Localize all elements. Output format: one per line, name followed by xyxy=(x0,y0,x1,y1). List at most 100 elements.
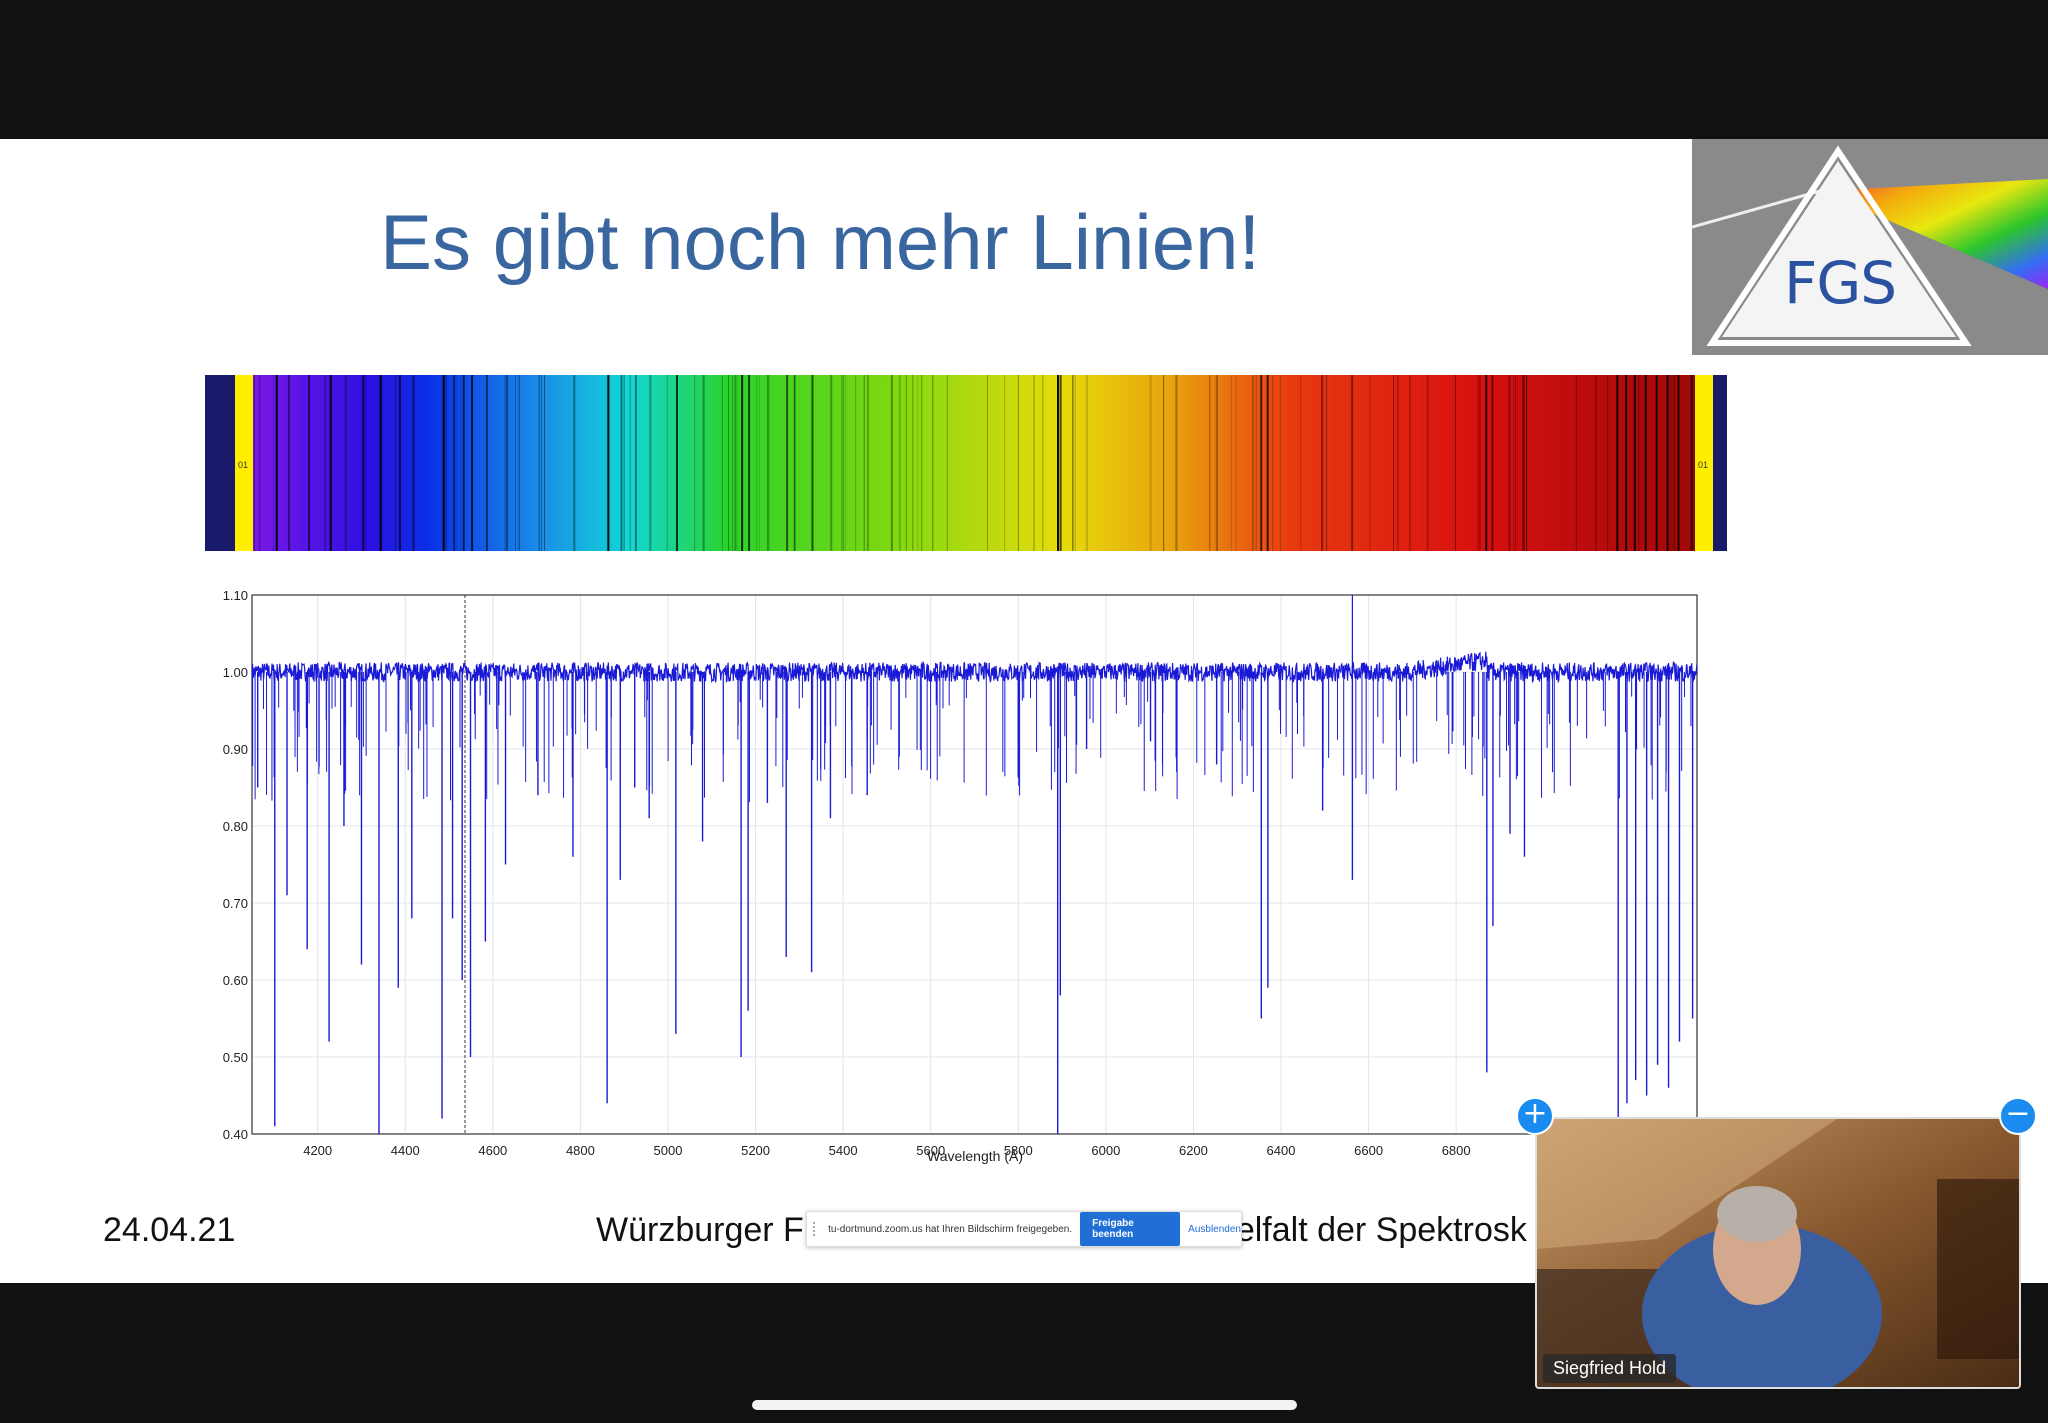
strip-line xyxy=(308,375,311,551)
x-tick-label: 5200 xyxy=(741,1143,770,1158)
strip-line xyxy=(1235,375,1237,551)
strip-line xyxy=(287,375,290,551)
strip-line xyxy=(344,375,347,551)
strip-line xyxy=(1638,375,1640,551)
strip-line xyxy=(453,375,456,551)
strip-line xyxy=(932,375,934,551)
strip-label-right: 01 xyxy=(1698,460,1708,470)
y-tick-label: 1.00 xyxy=(223,665,248,680)
strip-line xyxy=(1300,375,1302,551)
strip-line xyxy=(793,375,795,551)
x-tick-label: 6800 xyxy=(1442,1143,1471,1158)
x-axis-label: Wavelength (Å) xyxy=(927,1148,1023,1164)
presentation-slide: Es gibt noch mehr Linien! FGS 01 01 0.40… xyxy=(0,139,2048,1283)
strip-line xyxy=(1666,375,1669,551)
strip-line xyxy=(921,375,923,551)
strip-line xyxy=(518,375,520,551)
strip-line xyxy=(917,375,919,551)
strip-line xyxy=(623,375,625,551)
x-tick-label: 5000 xyxy=(654,1143,683,1158)
strip-line xyxy=(863,375,865,551)
strip-line xyxy=(748,375,751,551)
strip-line xyxy=(506,375,509,551)
strip-line xyxy=(1633,375,1636,551)
strip-line xyxy=(866,375,869,551)
strip-line xyxy=(1655,375,1658,551)
strip-line xyxy=(1625,375,1628,551)
strip-line xyxy=(1397,375,1399,551)
strip-line xyxy=(1255,375,1257,551)
solar-spectrum-strip: 01 01 xyxy=(205,375,1727,551)
strip-line xyxy=(731,375,733,551)
strip-line xyxy=(1674,375,1676,551)
strip-line xyxy=(515,375,517,551)
strip-line xyxy=(891,375,893,551)
strip-line xyxy=(1042,375,1044,551)
y-tick-label: 0.40 xyxy=(223,1127,248,1142)
strip-line xyxy=(1209,375,1211,551)
participant-video-tile[interactable]: Siegfried Hold xyxy=(1535,1117,2021,1389)
strip-line xyxy=(734,375,736,551)
strip-line xyxy=(1690,375,1693,551)
participant-name: Siegfried Hold xyxy=(1543,1354,1677,1383)
strip-line xyxy=(446,375,448,551)
strip-line xyxy=(912,375,914,551)
x-tick-label: 4400 xyxy=(391,1143,420,1158)
strip-line xyxy=(736,375,738,551)
strip-line xyxy=(1074,375,1076,551)
strip-line xyxy=(675,375,678,551)
strip-line xyxy=(442,375,445,551)
strip-line xyxy=(362,375,365,551)
strip-line xyxy=(1033,375,1035,551)
strip-line xyxy=(1059,375,1062,551)
strip-line xyxy=(485,375,488,551)
strip-line xyxy=(841,375,843,551)
strip-line xyxy=(855,375,857,551)
strip-line xyxy=(1477,375,1479,551)
spectrum-plot: 0.40 0.50 0.60 0.70 0.80 0.90 1.00 1.10 4200 440… xyxy=(205,585,1727,1315)
minimize-video-icon[interactable]: − xyxy=(1999,1097,2037,1135)
strip-line xyxy=(1508,375,1511,551)
slide-date: 24.04.21 xyxy=(103,1211,236,1249)
strip-line xyxy=(830,375,833,551)
strip-line xyxy=(1670,375,1672,551)
strip-line xyxy=(1513,375,1515,551)
y-tick-label: 0.70 xyxy=(223,896,248,911)
x-tick-label: 6200 xyxy=(1179,1143,1208,1158)
strip-line xyxy=(649,375,652,551)
strip-line xyxy=(544,375,546,551)
strip-line xyxy=(504,375,506,551)
footer-title-left: Würzburger F xyxy=(596,1211,804,1249)
y-tick-label: 0.50 xyxy=(223,1050,248,1065)
spectrum-continuum xyxy=(251,651,1698,684)
strip-line xyxy=(1455,375,1457,551)
strip-line xyxy=(1693,375,1695,551)
drag-handle-icon[interactable] xyxy=(813,1222,822,1236)
strip-line xyxy=(1672,375,1674,551)
strip-line xyxy=(1266,375,1268,551)
y-tick-label: 1.10 xyxy=(223,588,248,603)
x-tick-label: 6400 xyxy=(1267,1143,1296,1158)
expand-video-icon[interactable]: + xyxy=(1516,1097,1554,1135)
strip-line xyxy=(1595,375,1597,551)
strip-line xyxy=(1280,375,1282,551)
hide-banner-link[interactable]: Ausblenden xyxy=(1188,1224,1241,1235)
strip-line xyxy=(741,375,744,551)
stop-sharing-button[interactable]: Freigabe beenden xyxy=(1080,1212,1181,1246)
slide-title: Es gibt noch mehr Linien! xyxy=(380,198,1261,286)
strip-line xyxy=(1525,375,1527,551)
strip-line xyxy=(1260,375,1263,551)
strip-line xyxy=(606,375,608,551)
home-indicator xyxy=(752,1400,1297,1410)
strip-line xyxy=(538,375,541,551)
strip-line xyxy=(786,375,789,551)
strip-line xyxy=(444,375,446,551)
strip-line xyxy=(1485,375,1488,551)
strip-line xyxy=(811,375,814,551)
strip-line xyxy=(1149,375,1152,551)
strip-line xyxy=(573,375,576,551)
strip-line xyxy=(329,375,331,551)
strip-line xyxy=(1515,375,1517,551)
strip-line xyxy=(890,375,892,551)
screen-share-banner: tu-dortmund.zoom.us hat Ihren Bildschirm… xyxy=(806,1211,1242,1247)
